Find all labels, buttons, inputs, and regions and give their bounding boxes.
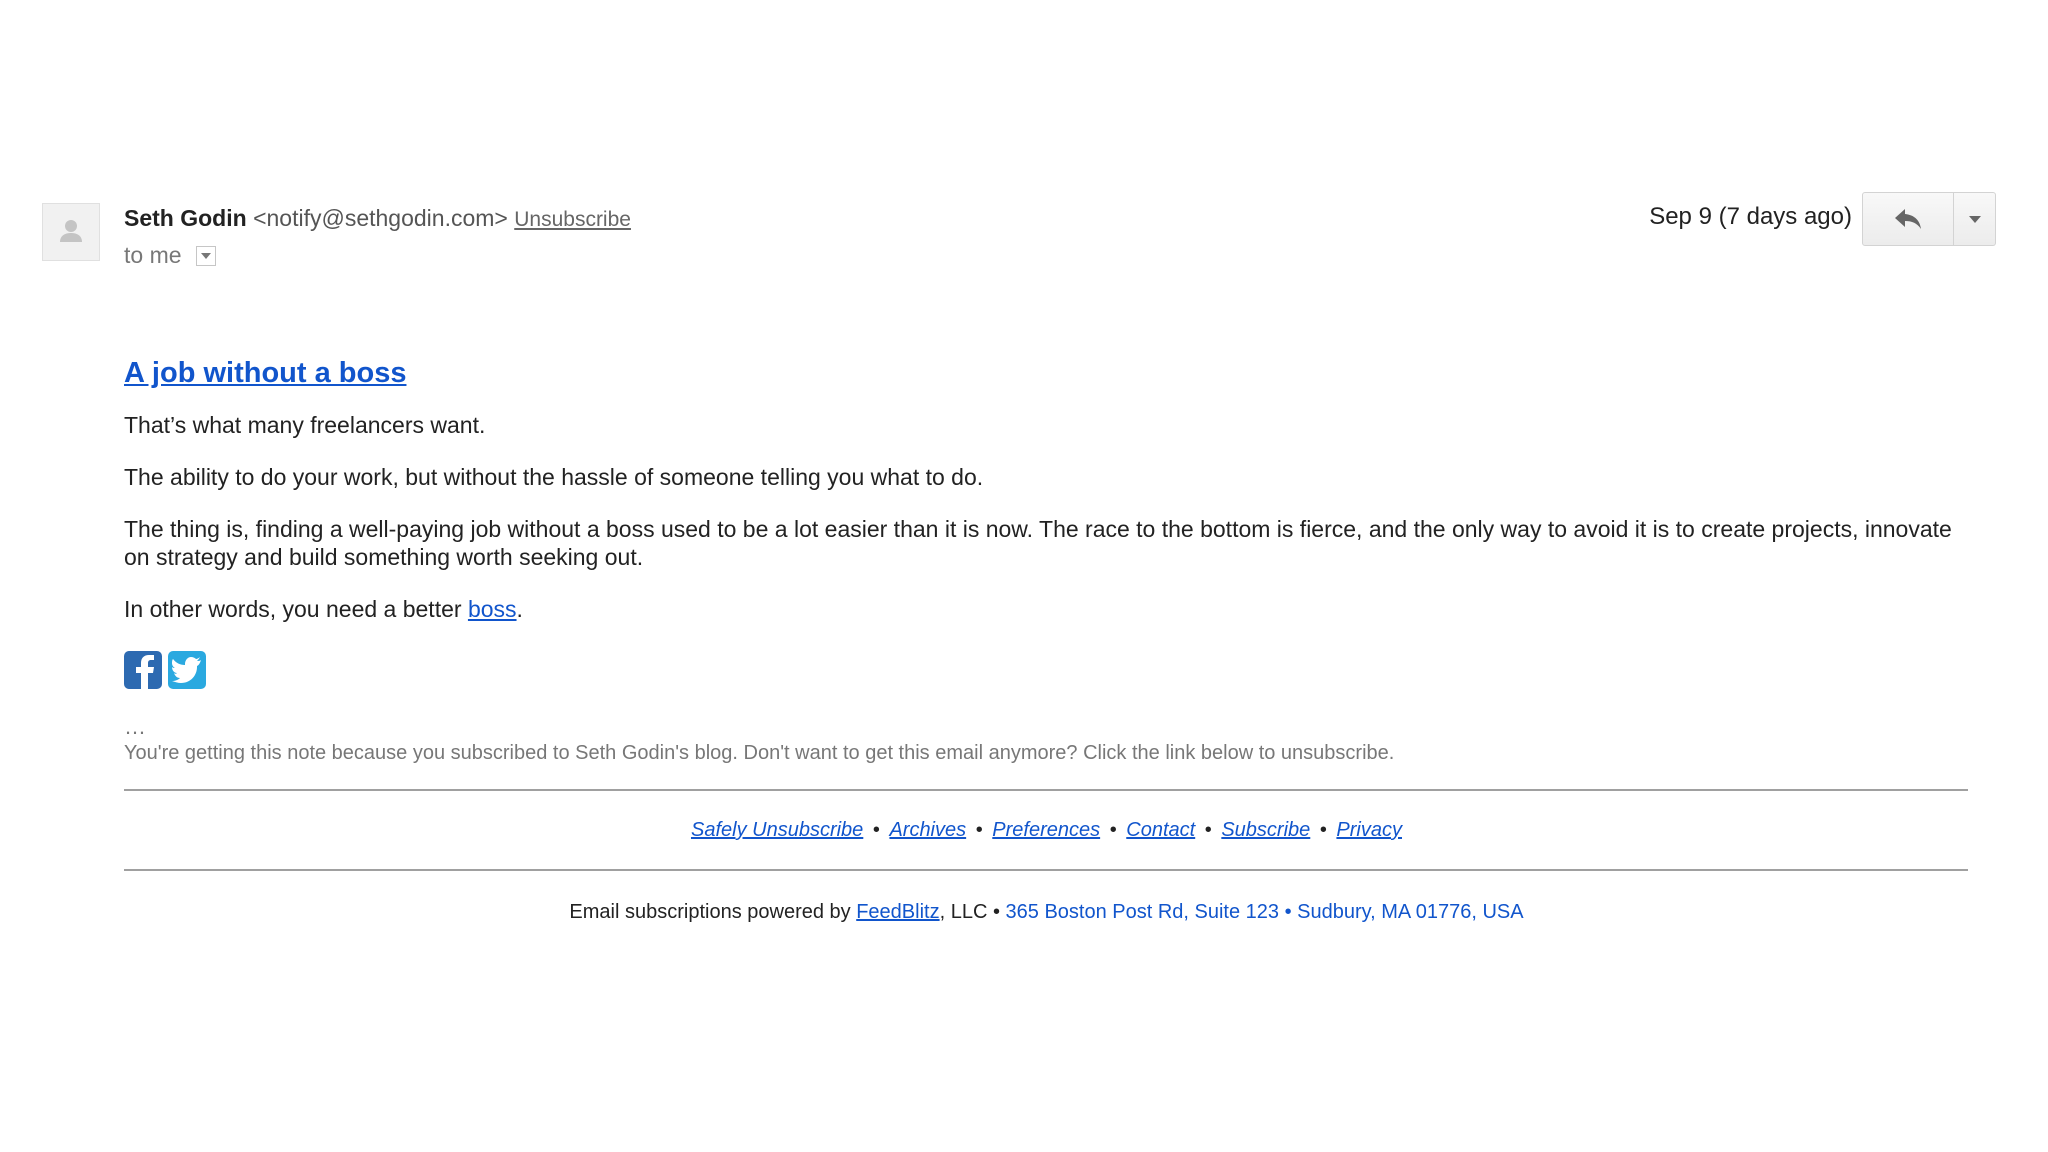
powered-by-line: Email subscriptions powered by FeedBlitz… [124,899,1969,925]
paragraph-4-prefix: In other words, you need a better [124,596,468,622]
recipient-line: to me [124,240,216,270]
recipient-label: to me [124,242,182,268]
boss-link[interactable]: boss [468,596,517,622]
twitter-share-button[interactable] [168,651,206,689]
separator: • [1109,819,1117,841]
paragraph-3: The thing is, finding a well-paying job … [124,516,1952,570]
chevron-down-icon [1968,215,1981,223]
paragraph-4: In other words, you need a better boss. [124,595,1969,623]
separator: • [1319,819,1327,841]
subscribe-link[interactable]: Subscribe [1221,819,1310,841]
paragraph-1: That’s what many freelancers want. [124,412,486,438]
more-options-button[interactable] [1954,192,1996,246]
reply-icon [1895,209,1921,229]
unsubscribe-link[interactable]: Unsubscribe [514,208,631,231]
separator: • [872,819,880,841]
twitter-icon [172,657,201,683]
footer-links: Safely Unsubscribe • Archives • Preferen… [124,817,1969,843]
address-text: 365 Boston Post Rd, Suite 123 • Sudbury,… [1005,901,1524,923]
sender-line: Seth Godin <notify@sethgodin.com> Unsubs… [124,203,631,235]
avatar [42,203,100,261]
feedblitz-link[interactable]: FeedBlitz [856,901,939,923]
contact-link[interactable]: Contact [1126,819,1195,841]
subscription-note: You're getting this note because you sub… [124,742,1395,764]
sender-email: <notify@sethgodin.com> [253,205,508,231]
post-title-link[interactable]: A job without a boss [124,355,406,391]
paragraph-2: The ability to do your work, but without… [124,464,984,490]
date-label: Sep 9 (7 days ago) [1649,203,1852,230]
facebook-share-button[interactable] [124,651,162,689]
sender-name: Seth Godin [124,205,247,231]
preferences-link[interactable]: Preferences [992,819,1100,841]
separator: • [975,819,983,841]
separator: • [1204,819,1212,841]
facebook-icon [136,655,154,689]
reply-button[interactable] [1862,192,1954,246]
trimmed-content-ellipsis[interactable]: … [124,716,1969,738]
divider [124,789,1968,791]
archives-link[interactable]: Archives [889,819,966,841]
paragraph-4-suffix: . [516,596,523,622]
privacy-link[interactable]: Privacy [1336,819,1402,841]
show-details-button[interactable] [195,246,216,266]
message-body: A job without a boss That’s what many fr… [124,355,1969,925]
powered-prefix: Email subscriptions powered by [569,901,857,923]
safely-unsubscribe-link[interactable]: Safely Unsubscribe [691,819,863,841]
divider [124,869,1968,871]
reply-button-group [1862,192,1996,246]
powered-suffix: , LLC • [939,901,1006,923]
email-view: Seth Godin <notify@sethgodin.com> Unsubs… [0,0,2048,1152]
social-share-row [124,651,1969,689]
person-icon [60,220,82,242]
